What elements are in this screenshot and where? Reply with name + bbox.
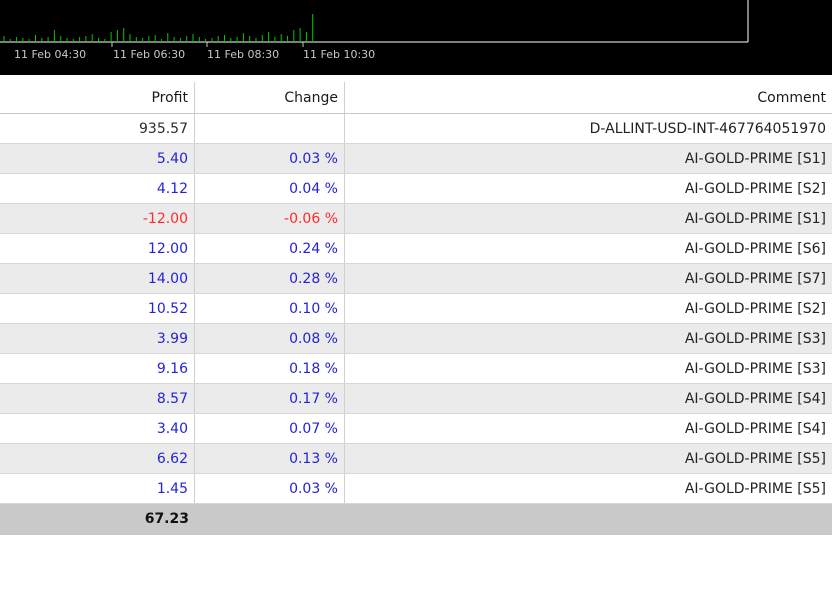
comment-cell: AI-GOLD-PRIME [S5]	[684, 481, 826, 497]
change-cell: 0.07 %	[195, 414, 345, 443]
comment-cell: AI-GOLD-PRIME [S3]	[684, 361, 826, 377]
history-table: Profit Change Comment 935.57 D-ALLINT-USD…	[0, 82, 832, 504]
price-chart[interactable]: 11 Feb 04:30 11 Feb 06:30 11 Feb 08:30 1…	[0, 0, 832, 75]
comment-cell: AI-GOLD-PRIME [S4]	[684, 391, 826, 407]
change-cell: 0.10 %	[195, 294, 345, 323]
comment-cell: AI-GOLD-PRIME [S5]	[684, 451, 826, 467]
summary-row: 67.23	[0, 504, 832, 535]
table-row[interactable]: 1.45 0.03 % AI-GOLD-PRIME [S5]	[0, 474, 832, 504]
table-row[interactable]: 8.57 0.17 % AI-GOLD-PRIME [S4]	[0, 384, 832, 414]
change-cell: 0.18 %	[195, 354, 345, 383]
profit-cell: 935.57	[0, 114, 195, 143]
time-axis-label: 11 Feb 08:30	[207, 48, 280, 61]
change-cell: 0.03 %	[195, 144, 345, 173]
table-row[interactable]: 14.00 0.28 % AI-GOLD-PRIME [S7]	[0, 264, 832, 294]
table-row[interactable]: 10.52 0.10 % AI-GOLD-PRIME [S2]	[0, 294, 832, 324]
column-header-comment[interactable]: Comment	[345, 82, 832, 113]
table-row[interactable]: 9.16 0.18 % AI-GOLD-PRIME [S3]	[0, 354, 832, 384]
change-cell: 0.04 %	[195, 174, 345, 203]
profit-cell: -12.00	[0, 204, 195, 233]
profit-cell: 10.52	[0, 294, 195, 323]
total-profit: 67.23	[144, 511, 189, 527]
change-cell: 0.24 %	[195, 234, 345, 263]
change-cell: 0.17 %	[195, 384, 345, 413]
table-row[interactable]: 12.00 0.24 % AI-GOLD-PRIME [S6]	[0, 234, 832, 264]
comment-cell: AI-GOLD-PRIME [S4]	[684, 421, 826, 437]
comment-cell: AI-GOLD-PRIME [S6]	[684, 241, 826, 257]
table-row[interactable]: 935.57 D-ALLINT-USD-INT-467764051970	[0, 114, 832, 144]
table-row[interactable]: -12.00 -0.06 % AI-GOLD-PRIME [S1]	[0, 204, 832, 234]
table-header: Profit Change Comment	[0, 82, 832, 114]
column-header-profit[interactable]: Profit	[0, 82, 195, 113]
profit-cell: 12.00	[0, 234, 195, 263]
volume-histogram	[0, 0, 749, 47]
comment-cell: AI-GOLD-PRIME [S1]	[684, 151, 826, 167]
comment-cell: D-ALLINT-USD-INT-467764051970	[589, 121, 826, 137]
change-cell	[195, 114, 345, 143]
time-axis-label: 11 Feb 06:30	[113, 48, 186, 61]
comment-cell: AI-GOLD-PRIME [S1]	[684, 211, 826, 227]
table-row[interactable]: 3.40 0.07 % AI-GOLD-PRIME [S4]	[0, 414, 832, 444]
profit-cell: 4.12	[0, 174, 195, 203]
profit-cell: 9.16	[0, 354, 195, 383]
time-axis-label: 11 Feb 04:30	[14, 48, 87, 61]
change-cell: 0.13 %	[195, 444, 345, 473]
column-header-change[interactable]: Change	[195, 82, 345, 113]
profit-cell: 3.40	[0, 414, 195, 443]
profit-cell: 8.57	[0, 384, 195, 413]
change-cell: -0.06 %	[195, 204, 345, 233]
comment-cell: AI-GOLD-PRIME [S2]	[684, 301, 826, 317]
profit-cell: 1.45	[0, 474, 195, 503]
profit-cell: 5.40	[0, 144, 195, 173]
profit-cell: 6.62	[0, 444, 195, 473]
table-row[interactable]: 5.40 0.03 % AI-GOLD-PRIME [S1]	[0, 144, 832, 174]
change-cell: 0.03 %	[195, 474, 345, 503]
time-axis-label: 11 Feb 10:30	[303, 48, 376, 61]
comment-cell: AI-GOLD-PRIME [S7]	[684, 271, 826, 287]
profit-cell: 14.00	[0, 264, 195, 293]
comment-cell: AI-GOLD-PRIME [S2]	[684, 181, 826, 197]
change-cell: 0.08 %	[195, 324, 345, 353]
table-row[interactable]: 3.99 0.08 % AI-GOLD-PRIME [S3]	[0, 324, 832, 354]
table-row[interactable]: 4.12 0.04 % AI-GOLD-PRIME [S2]	[0, 174, 832, 204]
profit-cell: 3.99	[0, 324, 195, 353]
table-row[interactable]: 6.62 0.13 % AI-GOLD-PRIME [S5]	[0, 444, 832, 474]
change-cell: 0.28 %	[195, 264, 345, 293]
comment-cell: AI-GOLD-PRIME [S3]	[684, 331, 826, 347]
